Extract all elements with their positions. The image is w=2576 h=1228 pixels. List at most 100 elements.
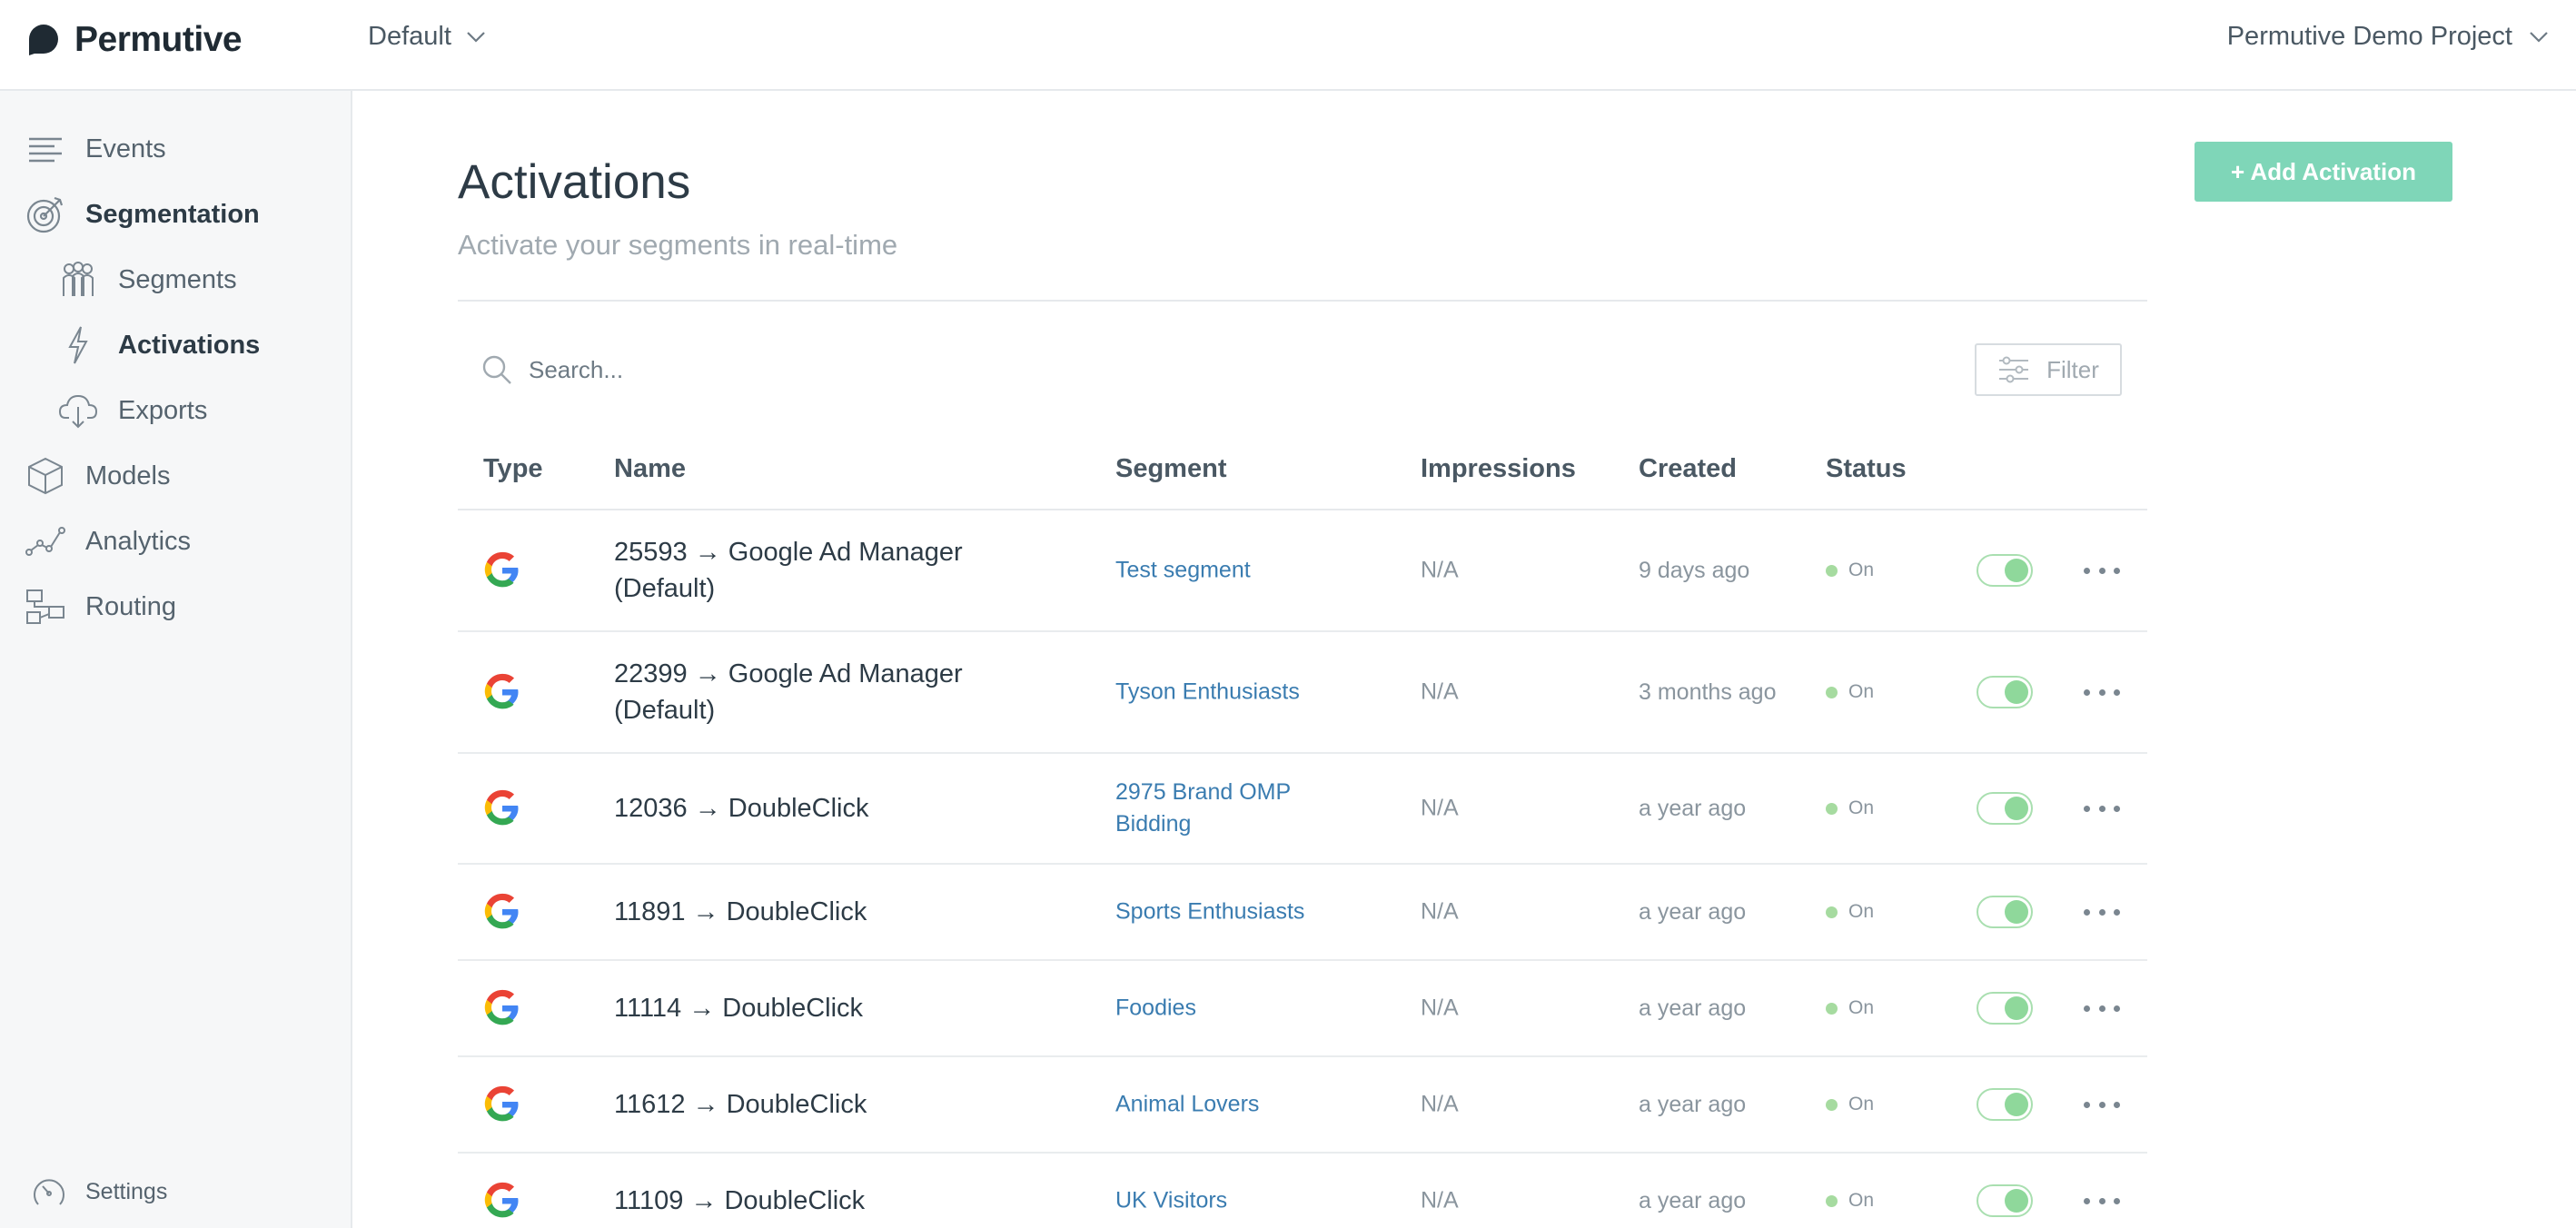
top-bar: Permutive Default Permutive Demo Project bbox=[0, 0, 2576, 91]
table-row[interactable]: 11612 → DoubleClick Animal Lovers N/A a … bbox=[458, 1057, 2147, 1154]
more-options-icon[interactable] bbox=[2084, 799, 2120, 817]
activation-name[interactable]: 22399 → Google Ad Manager (Default) bbox=[614, 656, 1014, 728]
sidebar-item-label: Segmentation bbox=[85, 199, 260, 229]
segments-icon bbox=[58, 260, 98, 300]
column-segment[interactable]: Segment bbox=[1115, 454, 1226, 484]
column-type[interactable]: Type bbox=[483, 454, 543, 484]
sidebar-item-activations[interactable]: Activations bbox=[58, 325, 260, 365]
status-text: On bbox=[1848, 997, 1875, 1018]
toggle-knob bbox=[2005, 680, 2028, 704]
sidebar-item-label: Routing bbox=[85, 591, 176, 621]
sidebar-item-routing[interactable]: Routing bbox=[25, 587, 176, 627]
divider bbox=[458, 300, 2147, 302]
segment-link[interactable]: 2975 Brand OMP Bidding bbox=[1115, 777, 1333, 840]
impressions-value: N/A bbox=[1421, 995, 1459, 1021]
status-badge: On bbox=[1826, 1190, 1874, 1212]
workspace-label: Default bbox=[368, 22, 451, 51]
settings-label: Settings bbox=[85, 1178, 168, 1204]
segment-link[interactable]: Tyson Enthusiasts bbox=[1115, 677, 1333, 708]
more-options-icon[interactable] bbox=[2084, 561, 2120, 579]
status-dot bbox=[1826, 906, 1838, 918]
column-name[interactable]: Name bbox=[614, 454, 686, 484]
table-row[interactable]: 11114 → DoubleClick Foodies N/A a year a… bbox=[458, 961, 2147, 1057]
workspace-selector[interactable]: Default bbox=[368, 22, 486, 52]
more-options-icon[interactable] bbox=[2084, 683, 2120, 701]
segment-link[interactable]: Animal Lovers bbox=[1115, 1089, 1333, 1121]
toggle-knob bbox=[2005, 900, 2028, 924]
created-value: a year ago bbox=[1639, 899, 1747, 925]
google-icon bbox=[484, 1085, 519, 1122]
more-options-icon[interactable] bbox=[2084, 999, 2120, 1017]
segment-link[interactable]: UK Visitors bbox=[1115, 1185, 1333, 1217]
toggle-knob bbox=[2005, 996, 2028, 1020]
logo[interactable]: Permutive bbox=[25, 20, 243, 60]
status-text: On bbox=[1848, 901, 1875, 922]
status-dot bbox=[1826, 686, 1838, 698]
settings-gauge-icon bbox=[31, 1174, 67, 1210]
page-subtitle: Activate your segments in real-time bbox=[458, 229, 898, 261]
main-content: Activations Activate your segments in re… bbox=[354, 91, 2576, 1228]
status-dot bbox=[1826, 564, 1838, 577]
status-text: On bbox=[1848, 1094, 1875, 1114]
activation-toggle[interactable] bbox=[1977, 1184, 2033, 1217]
column-status[interactable]: Status bbox=[1826, 454, 1907, 484]
segment-link[interactable]: Sports Enthusiasts bbox=[1115, 896, 1333, 928]
sidebar-item-models[interactable]: Models bbox=[25, 456, 171, 496]
table-row[interactable]: 12036 → DoubleClick 2975 Brand OMP Biddi… bbox=[458, 754, 2147, 865]
activation-toggle[interactable] bbox=[1977, 992, 2033, 1025]
google-icon bbox=[484, 673, 519, 709]
activation-name[interactable]: 11891 → DoubleClick bbox=[614, 894, 1014, 930]
sidebar-item-exports[interactable]: Exports bbox=[58, 391, 207, 431]
status-badge: On bbox=[1826, 901, 1874, 923]
table-row[interactable]: 11891 → DoubleClick Sports Enthusiasts N… bbox=[458, 865, 2147, 961]
table-row[interactable]: 25593 → Google Ad Manager (Default) Test… bbox=[458, 510, 2147, 632]
status-text: On bbox=[1848, 797, 1875, 818]
column-created[interactable]: Created bbox=[1639, 454, 1737, 484]
search-icon bbox=[482, 355, 511, 384]
sidebar-item-segments[interactable]: Segments bbox=[58, 260, 237, 300]
analytics-icon bbox=[25, 521, 65, 561]
filter-button[interactable]: Filter bbox=[1975, 343, 2122, 396]
activations-table: Type Name Segment Impressions Created St… bbox=[458, 436, 2147, 1228]
activation-toggle[interactable] bbox=[1977, 792, 2033, 825]
sidebar-item-settings[interactable]: Settings bbox=[31, 1174, 167, 1210]
activation-name[interactable]: 11612 → DoubleClick bbox=[614, 1086, 1014, 1123]
column-impressions[interactable]: Impressions bbox=[1421, 454, 1576, 484]
table-row[interactable]: 22399 → Google Ad Manager (Default) Tyso… bbox=[458, 632, 2147, 754]
activation-toggle[interactable] bbox=[1977, 554, 2033, 587]
status-badge: On bbox=[1826, 681, 1874, 703]
add-activation-button[interactable]: + Add Activation bbox=[2195, 142, 2452, 202]
google-icon bbox=[484, 1182, 519, 1218]
activation-name[interactable]: 11114 → DoubleClick bbox=[614, 990, 1014, 1026]
more-options-icon[interactable] bbox=[2084, 1095, 2120, 1114]
sidebar-item-analytics[interactable]: Analytics bbox=[25, 521, 191, 561]
table-row[interactable]: 11109 → DoubleClick UK Visitors N/A a ye… bbox=[458, 1154, 2147, 1228]
impressions-value: N/A bbox=[1421, 1187, 1459, 1213]
activation-name[interactable]: 11109 → DoubleClick bbox=[614, 1183, 1014, 1219]
status-dot bbox=[1826, 1002, 1838, 1015]
project-label: Permutive Demo Project bbox=[2226, 22, 2512, 51]
page-title: Activations bbox=[458, 155, 691, 209]
activation-name[interactable]: 12036 → DoubleClick bbox=[614, 790, 1014, 827]
activation-toggle[interactable] bbox=[1977, 676, 2033, 708]
search-input[interactable] bbox=[529, 355, 1074, 384]
activation-toggle[interactable] bbox=[1977, 1088, 2033, 1121]
sidebar-item-label: Segments bbox=[118, 264, 237, 294]
routing-icon bbox=[25, 587, 65, 627]
created-value: a year ago bbox=[1639, 1092, 1747, 1117]
impressions-value: N/A bbox=[1421, 678, 1459, 705]
impressions-value: N/A bbox=[1421, 795, 1459, 821]
sidebar-item-events[interactable]: Events bbox=[25, 129, 166, 169]
sidebar-item-segmentation[interactable]: Segmentation bbox=[25, 194, 260, 234]
project-selector[interactable]: Permutive Demo Project bbox=[2227, 22, 2549, 52]
status-badge: On bbox=[1826, 997, 1874, 1019]
more-options-icon[interactable] bbox=[2084, 903, 2120, 921]
activation-name[interactable]: 25593 → Google Ad Manager (Default) bbox=[614, 534, 1014, 607]
more-options-icon[interactable] bbox=[2084, 1192, 2120, 1210]
segment-link[interactable]: Test segment bbox=[1115, 555, 1333, 587]
segment-link[interactable]: Foodies bbox=[1115, 993, 1333, 1025]
activation-toggle[interactable] bbox=[1977, 896, 2033, 928]
status-dot bbox=[1826, 802, 1838, 815]
logo-text: Permutive bbox=[74, 20, 243, 59]
sidebar-item-label: Models bbox=[85, 460, 171, 490]
